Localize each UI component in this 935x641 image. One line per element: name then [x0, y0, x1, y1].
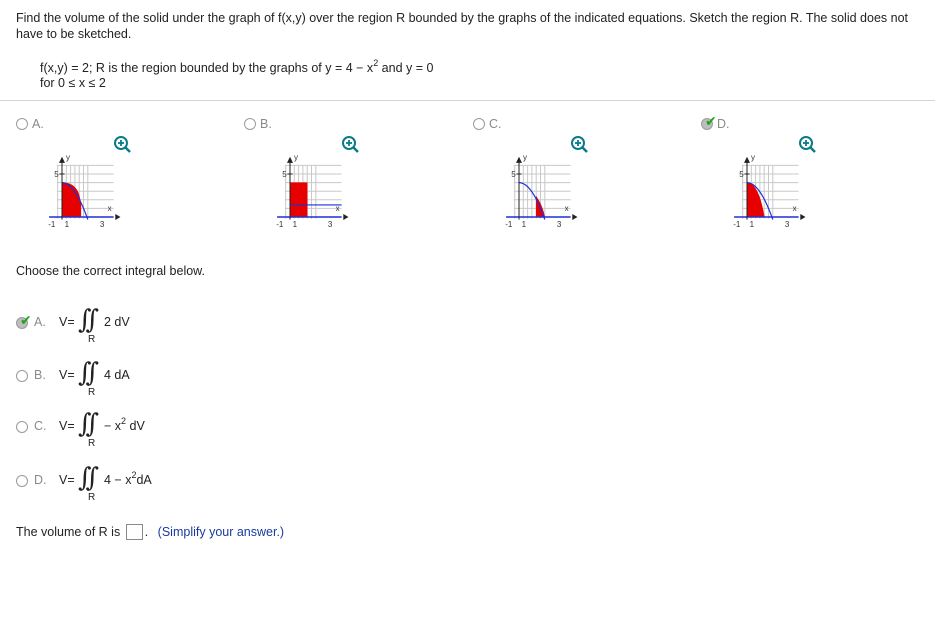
integral-option-label: A.	[34, 315, 46, 329]
x-tick-neg1: -1	[733, 220, 741, 229]
given-line-2: for 0 ≤ x ≤ 2	[40, 76, 106, 90]
graph-option-c-label: C.	[489, 117, 502, 131]
x-tick-neg1: -1	[505, 220, 513, 229]
double-integral-symbol: ∫∫	[78, 463, 99, 493]
x-tick-3: 3	[100, 220, 105, 229]
integral-option-a-radio[interactable]: ✔	[16, 312, 32, 329]
y-axis-label: y	[523, 153, 527, 162]
given-line-1: f(x,y) = 2; R is the region bounded by t…	[40, 59, 434, 76]
y-axis-label: y	[294, 153, 298, 162]
integral-option-label: B.	[34, 368, 46, 382]
volume-label: The volume of R is	[16, 525, 121, 539]
y-tick-5: 5	[282, 170, 287, 179]
x-axis-label: x	[565, 204, 569, 213]
integral-option-c-radio[interactable]	[16, 421, 28, 433]
x-axis-label: x	[793, 204, 797, 213]
graph-option-d[interactable]: ✔ D. y x 5 -1 1 3	[701, 113, 821, 237]
graph-option-b-label: B.	[260, 117, 272, 131]
volume-symbol: V=	[59, 368, 75, 382]
graph-option-c[interactable]: C. y x 5 -1 1 3	[473, 117, 593, 237]
zoom-in-icon[interactable]	[570, 135, 588, 153]
y-tick-5: 5	[54, 170, 59, 179]
volume-symbol: V=	[59, 315, 75, 329]
double-integral-symbol: ∫∫	[78, 305, 99, 335]
x-tick-3: 3	[785, 220, 790, 229]
region-subscript: R	[88, 492, 96, 503]
y-axis-label: y	[66, 153, 70, 162]
zoom-in-icon[interactable]	[341, 135, 359, 153]
x-axis-arrow	[800, 214, 806, 220]
x-tick-neg1: -1	[48, 220, 56, 229]
x-tick-1: 1	[522, 220, 527, 229]
given-equations: f(x,y) = 2; R is the region bounded by t…	[40, 59, 434, 91]
x-axis-arrow	[115, 214, 121, 220]
integrand-text: 2 dV	[104, 315, 130, 329]
x-axis-arrow	[343, 214, 349, 220]
integral-option-a[interactable]: ✔ A. V= ∫∫ 2 dV R	[16, 305, 216, 347]
x-axis-label: x	[336, 204, 340, 213]
integral-option-b-radio[interactable]	[16, 370, 28, 382]
integrand: − x2 dV	[104, 417, 145, 434]
y-axis-arrow	[516, 156, 522, 163]
integrand-text: 4 dA	[104, 368, 130, 382]
graph-option-d-label: D.	[717, 117, 730, 131]
graph-option-d-radio[interactable]: ✔	[701, 113, 717, 130]
checkmark-icon: ✔	[20, 312, 32, 328]
integral-option-d[interactable]: D. V= ∫∫ 4 − x2dA R	[16, 463, 216, 505]
problem-statement: Find the volume of the solid under the g…	[16, 11, 908, 41]
integral-option-label: D.	[34, 473, 47, 487]
volume-answer-input[interactable]	[125, 524, 143, 540]
x-tick-3: 3	[557, 220, 562, 229]
y-axis-arrow	[287, 156, 293, 163]
integrand: 4 dA	[104, 368, 130, 382]
integral-option-label: C.	[34, 419, 47, 433]
x-tick-1: 1	[750, 220, 755, 229]
simplify-hint: (Simplify your answer.)	[157, 525, 285, 539]
integrand-text: − x	[104, 419, 122, 433]
graph-option-c-radio[interactable]	[473, 118, 485, 130]
y-axis-arrow	[744, 156, 750, 163]
volume-period: .	[144, 525, 149, 539]
x-tick-3: 3	[328, 220, 333, 229]
integrand-differential: dV	[126, 419, 145, 433]
integrand-text: 4 − x	[104, 473, 132, 487]
region-subscript: R	[88, 438, 96, 449]
double-integral-symbol: ∫∫	[78, 409, 99, 439]
integrand-differential: dA	[136, 473, 152, 487]
volume-answer-row: The volume of R is . (Simplify your answ…	[16, 524, 284, 540]
integrand: 2 dV	[104, 315, 130, 329]
zoom-in-icon[interactable]	[113, 135, 131, 153]
y-axis-arrow	[59, 156, 65, 163]
x-axis-arrow	[572, 214, 578, 220]
region-fill	[289, 182, 308, 218]
x-axis-label: x	[108, 204, 112, 213]
graph-option-a-label: A.	[32, 117, 44, 131]
choose-integral-prompt: Choose the correct integral below.	[16, 264, 205, 278]
graph-option-b[interactable]: B. y x 5 -1 1 3	[244, 117, 364, 237]
integral-option-d-radio[interactable]	[16, 475, 28, 487]
x-tick-1: 1	[65, 220, 70, 229]
y-tick-5: 5	[739, 170, 744, 179]
y-tick-5: 5	[511, 170, 516, 179]
region-subscript: R	[88, 334, 96, 345]
zoom-in-icon[interactable]	[798, 135, 816, 153]
integral-option-b[interactable]: B. V= ∫∫ 4 dA R	[16, 358, 216, 400]
graph-option-a[interactable]: A. y x 5 -1 1 3	[16, 117, 136, 237]
integrand: 4 − x2dA	[104, 471, 152, 488]
y-axis-label: y	[751, 153, 755, 162]
x-tick-1: 1	[293, 220, 298, 229]
checkmark-icon: ✔	[705, 113, 717, 129]
double-integral-symbol: ∫∫	[78, 358, 99, 388]
given-line-1-text: f(x,y) = 2; R is the region bounded by t…	[40, 61, 374, 75]
divider	[0, 100, 935, 101]
region-subscript: R	[88, 387, 96, 398]
given-line-1-tail: and y = 0	[378, 61, 434, 75]
volume-symbol: V=	[59, 419, 75, 433]
integral-option-c[interactable]: C. V= ∫∫ − x2 dV R	[16, 409, 216, 451]
graph-option-a-radio[interactable]	[16, 118, 28, 130]
x-tick-neg1: -1	[276, 220, 284, 229]
graph-option-b-radio[interactable]	[244, 118, 256, 130]
volume-symbol: V=	[59, 473, 75, 487]
